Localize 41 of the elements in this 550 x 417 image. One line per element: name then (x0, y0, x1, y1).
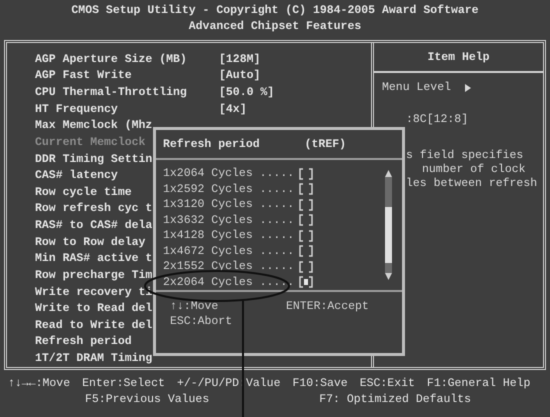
setting-name[interactable]: HT Frequency (35, 102, 219, 116)
key-hint: F7: Optimized Defaults (319, 392, 472, 408)
option-label[interactable]: 1x3632 Cycles ..... (163, 214, 294, 227)
option-label[interactable]: 2x1552 Cycles ..... (163, 260, 294, 274)
setting-value[interactable]: [128M] (219, 52, 260, 66)
key-hint: ENTER:Accept (286, 300, 370, 313)
key-hint: F10:Save (292, 376, 348, 392)
key-hint: F1:General Help (426, 376, 530, 392)
option-label[interactable]: 1x4128 Cycles ..... (163, 229, 294, 242)
utility-title: CMOS Setup Utility - Copyright (C) 1984-2005 Award Software (71, 3, 479, 19)
setting-name[interactable]: Max Memclock (Mhz (35, 119, 219, 132)
popup-code: (tREF) (304, 138, 346, 150)
key-hint: ESC:Abort (170, 315, 234, 328)
right-triangle-icon (465, 84, 472, 92)
scrollbar-thumb[interactable] (384, 207, 392, 263)
key-hint: ↑↓→←:Move (8, 376, 70, 392)
help-title: Item Help (427, 50, 490, 64)
key-hint: ↑↓:Move (170, 300, 220, 313)
option-label[interactable]: 1x3120 Cycles ..... (163, 198, 294, 212)
option-label[interactable]: 1x4672 Cycles ..... (163, 244, 294, 258)
setting-value[interactable]: [50.0 %] (219, 86, 274, 100)
help-text: number of clock (422, 163, 526, 177)
popup-title: Refresh period (163, 138, 260, 150)
menu-level-label: Menu Level (382, 81, 452, 95)
option-label[interactable]: 1x2064 Cycles ..... (163, 167, 294, 180)
setting-name[interactable]: AGP Aperture Size (MB) (35, 52, 219, 66)
setting-value[interactable]: [Auto] (219, 69, 260, 82)
option-label[interactable]: 2x2064 Cycles ..... (163, 276, 294, 289)
setting-name[interactable]: CPU Thermal-Throttling (35, 86, 219, 100)
key-hint: +/-/PU/PD:Value (176, 376, 280, 392)
help-text: s field specifies (406, 149, 524, 163)
key-hint: Enter:Select (82, 376, 165, 392)
key-hint: F5:Previous Values (85, 392, 210, 408)
help-text: les between refresh (406, 177, 538, 191)
setting-name[interactable]: AGP Fast Write (35, 69, 219, 82)
option-label[interactable]: 1x2592 Cycles ..... (163, 182, 294, 196)
help-text: :8C[12:8] (406, 113, 468, 127)
key-hint: ESC:Exit (360, 376, 415, 392)
setting-name[interactable]: 1T/2T DRAM Timing (35, 352, 219, 366)
page-title: Advanced Chipset Features (188, 19, 362, 35)
setting-value[interactable]: [4x] (219, 102, 247, 116)
